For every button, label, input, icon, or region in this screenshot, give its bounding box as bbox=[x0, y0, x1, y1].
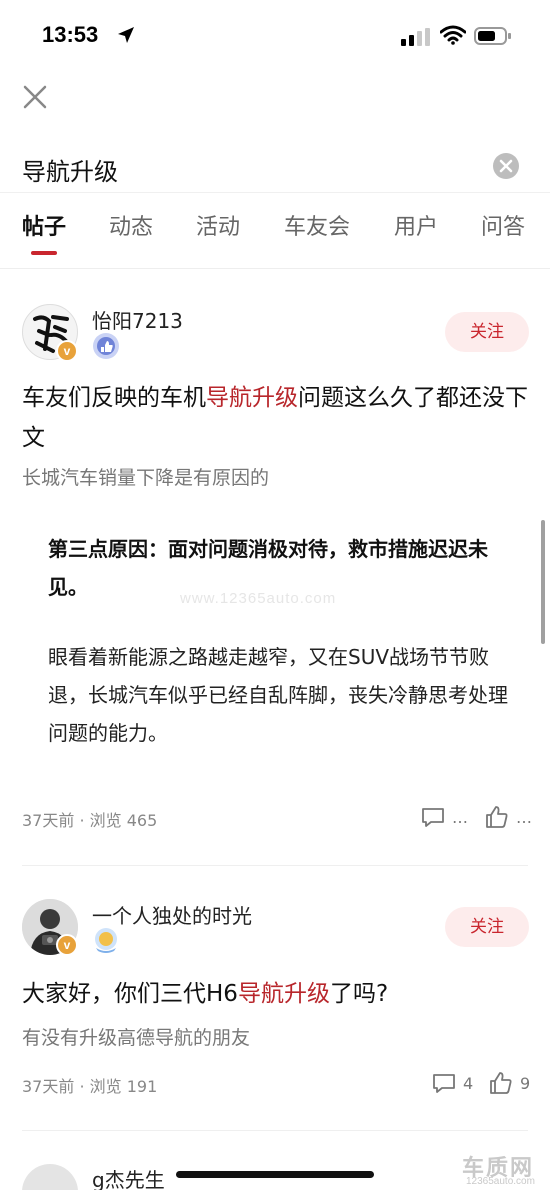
level-badge-icon bbox=[93, 333, 119, 359]
comment-count: … bbox=[452, 807, 468, 827]
username[interactable]: g杰先生 bbox=[92, 1164, 165, 1190]
verified-v-icon: v bbox=[56, 340, 78, 362]
tab-posts[interactable]: 帖子 bbox=[22, 209, 66, 241]
divider bbox=[22, 865, 528, 866]
divider bbox=[22, 1130, 528, 1131]
like-count: … bbox=[516, 807, 532, 827]
search-input[interactable]: 导航升级 bbox=[22, 152, 118, 187]
post-quote-body: 眼看着新能源之路越走越窄，又在SUV战场节节败退，长城汽车似乎已经自乱阵脚，丧失… bbox=[48, 645, 508, 745]
post-meta: 37天前 · 浏览 191 bbox=[22, 1077, 158, 1096]
like-icon bbox=[486, 806, 508, 828]
post-meta: 37天前 · 浏览 465 bbox=[22, 811, 158, 830]
username[interactable]: 怡阳7213 bbox=[92, 305, 183, 334]
title-highlight: 导航升级 bbox=[237, 981, 330, 1007]
watermark: www.12365auto.com bbox=[180, 590, 337, 607]
tab-users[interactable]: 用户 bbox=[394, 209, 438, 241]
status-bar: 13:53 bbox=[0, 0, 550, 70]
like-button[interactable]: … bbox=[484, 803, 532, 831]
title-highlight: 导航升级 bbox=[206, 385, 298, 411]
search-bar[interactable]: 导航升级 bbox=[0, 140, 550, 192]
logo-subtext: 12365auto.com bbox=[466, 1176, 535, 1187]
tab-bar: 帖子 动态 活动 车友会 用户 问答 bbox=[0, 192, 550, 258]
logo-watermark: 车质网 12365auto.com bbox=[462, 1150, 546, 1190]
verified-v-icon: v bbox=[56, 934, 78, 956]
title-text: 了吗? bbox=[329, 981, 389, 1007]
title-text: 大家好，你们三代H6 bbox=[22, 981, 238, 1007]
location-arrow-icon bbox=[118, 27, 134, 43]
wifi-icon bbox=[440, 25, 466, 45]
like-icon bbox=[490, 1072, 512, 1094]
tab-events[interactable]: 活动 bbox=[196, 209, 240, 241]
post-title[interactable]: 大家好，你们三代H6导航升级了吗? bbox=[22, 974, 534, 1014]
comment-icon bbox=[422, 808, 444, 827]
tab-car-clubs[interactable]: 车友会 bbox=[284, 209, 350, 241]
active-tab-indicator bbox=[31, 251, 57, 255]
divider bbox=[0, 268, 550, 269]
battery-icon bbox=[474, 27, 511, 45]
post-subtitle: 长城汽车销量下降是有原因的 bbox=[22, 467, 270, 489]
title-text: 车友们反映的车机 bbox=[22, 385, 206, 411]
scrollbar[interactable] bbox=[541, 520, 545, 644]
username[interactable]: 一个人独处的时光 bbox=[92, 900, 252, 929]
comment-button[interactable]: 4 bbox=[431, 1069, 473, 1097]
post-title[interactable]: 车友们反映的车机导航升级问题这么久了都还没下文 bbox=[22, 378, 534, 458]
level-badge-icon bbox=[95, 928, 117, 953]
tab-qa[interactable]: 问答 bbox=[481, 209, 525, 241]
post-subtitle: 有没有升级高德导航的朋友 bbox=[22, 1027, 251, 1049]
follow-button[interactable]: 关注 bbox=[445, 312, 529, 352]
comment-button[interactable]: … bbox=[420, 803, 468, 831]
status-time: 13:53 bbox=[42, 22, 99, 47]
tab-moments[interactable]: 动态 bbox=[109, 209, 153, 241]
home-indicator[interactable] bbox=[176, 1171, 374, 1178]
close-icon[interactable] bbox=[20, 82, 50, 112]
comment-count: 4 bbox=[463, 1073, 474, 1093]
comment-icon bbox=[433, 1074, 455, 1093]
like-button[interactable]: 9 bbox=[488, 1069, 530, 1097]
follow-button[interactable]: 关注 bbox=[445, 907, 529, 947]
clear-icon[interactable] bbox=[492, 152, 520, 180]
like-count: 9 bbox=[520, 1073, 531, 1093]
avatar[interactable] bbox=[22, 1164, 78, 1190]
signal-icon bbox=[401, 28, 430, 46]
